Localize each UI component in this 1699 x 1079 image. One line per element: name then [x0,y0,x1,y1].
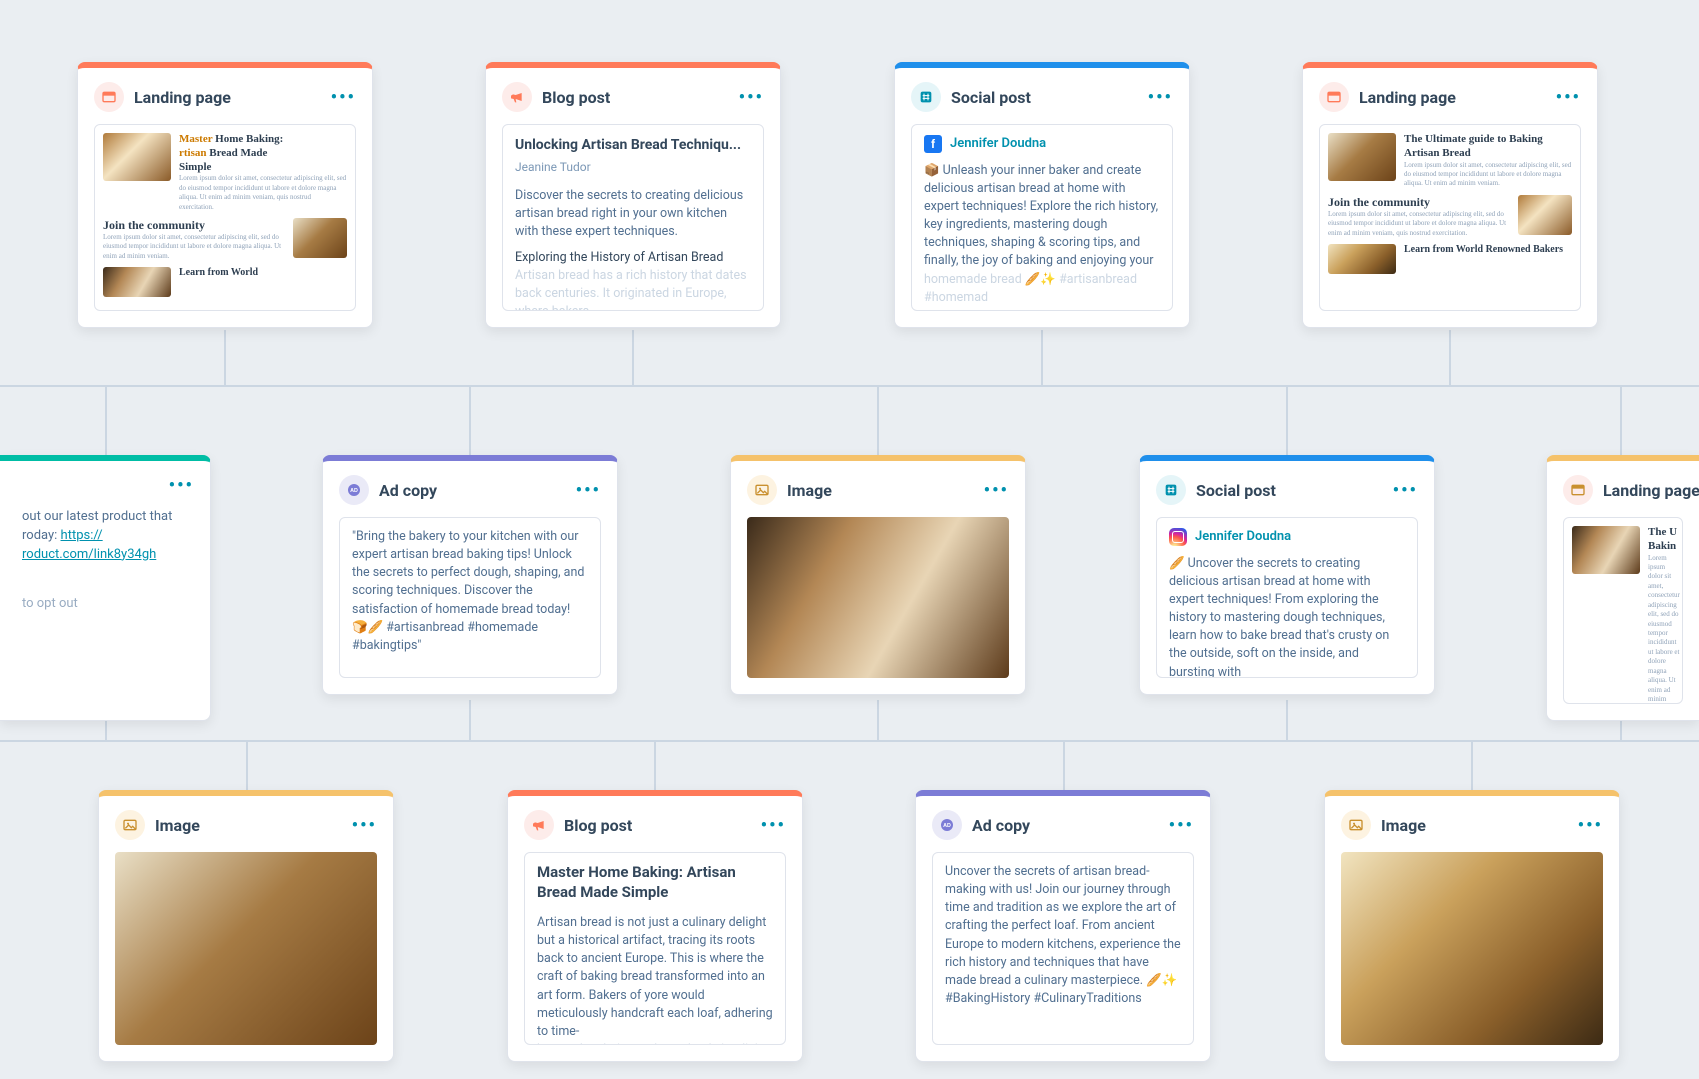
product-link[interactable]: https:// [61,528,103,543]
card-title: Blog post [564,816,751,835]
card-title: Landing page [1603,481,1699,500]
more-icon[interactable]: ••• [984,480,1009,501]
hashtag-icon [1156,475,1186,505]
card-partial-right[interactable]: Landing page The UBakin Lorem ipsum dolo… [1546,455,1699,721]
post-byline: Jeanine Tudor [515,159,751,176]
landing-preview: The Ultimate guide to Baking Artisan Bre… [1319,124,1581,311]
card-title: Social post [1196,481,1383,500]
more-icon[interactable]: ••• [1578,815,1603,836]
card-partial-left[interactable]: ••• out our latest product that roday: h… [0,455,211,721]
image-placeholder [1341,852,1603,1045]
more-icon[interactable]: ••• [739,87,764,108]
card-image-3[interactable]: Image ••• [1324,790,1620,1062]
more-icon[interactable]: ••• [1148,87,1173,108]
social-preview: Jennifer Doudna 🥖 Uncover the secrets to… [1156,517,1418,678]
more-icon[interactable]: ••• [1393,480,1418,501]
card-title: Blog post [542,88,729,107]
blog-preview: Master Home Baking: Artisan Bread Made S… [524,852,786,1045]
image-placeholder [115,852,377,1045]
svg-text:AD: AD [350,488,358,494]
card-ad-copy-2[interactable]: AD Ad copy ••• Uncover the secrets of ar… [915,790,1211,1062]
ad-body: Uncover the secrets of artisan bread-mak… [932,852,1194,1045]
card-social-post-ig[interactable]: Social post ••• Jennifer Doudna 🥖 Uncove… [1139,455,1435,695]
card-blog-post-2[interactable]: Blog post ••• Master Home Baking: Artisa… [507,790,803,1062]
card-title: Landing page [1359,88,1546,107]
landing-preview: The UBakin Lorem ipsum dolor sit amet, c… [1563,517,1683,704]
card-social-post-fb[interactable]: Social post ••• f Jennifer Doudna 📦 Unle… [894,62,1190,328]
card-image-2[interactable]: Image ••• [98,790,394,1062]
image-placeholder [747,517,1009,678]
page-icon [94,82,124,112]
card-landing-page-1[interactable]: Landing page ••• Master Home Baking: rti… [77,62,373,328]
instagram-icon [1169,528,1187,546]
image-icon [115,810,145,840]
landing-preview: Master Home Baking: rtisan Bread Made Si… [94,124,356,311]
card-title: Ad copy [972,816,1159,835]
social-preview: f Jennifer Doudna 📦 Unleash your inner b… [911,124,1173,311]
more-icon[interactable]: ••• [1556,87,1581,108]
page-icon [1563,475,1593,505]
post-title: Master Home Baking: Artisan Bread Made S… [537,863,773,902]
more-icon[interactable]: ••• [1169,815,1194,836]
partial-body: out our latest product that roday: https… [16,508,194,704]
ad-icon: AD [339,475,369,505]
card-title: Image [787,481,974,500]
more-icon[interactable]: ••• [576,480,601,501]
megaphone-icon [524,810,554,840]
more-icon[interactable]: ••• [169,475,194,496]
product-link-2[interactable]: roduct.com/link8y34gh [22,547,156,562]
social-author: Jennifer Doudna [1195,528,1291,547]
card-title: Social post [951,88,1138,107]
card-image-1[interactable]: Image ••• [730,455,1026,695]
more-icon[interactable]: ••• [761,815,786,836]
card-title: Image [1381,816,1568,835]
svg-text:AD: AD [943,823,951,829]
card-title: Image [155,816,342,835]
hashtag-icon [911,82,941,112]
more-icon[interactable]: ••• [352,815,377,836]
more-icon[interactable]: ••• [331,87,356,108]
card-blog-post-1[interactable]: Blog post ••• Unlocking Artisan Bread Te… [485,62,781,328]
social-author: Jennifer Doudna [950,135,1046,154]
ad-body: "Bring the bakery to your kitchen with o… [339,517,601,678]
post-title: Unlocking Artisan Bread Techniqu... [515,135,751,155]
blog-preview: Unlocking Artisan Bread Techniqu... Jean… [502,124,764,311]
card-title: Landing page [134,88,321,107]
ad-icon: AD [932,810,962,840]
image-icon [1341,810,1371,840]
megaphone-icon [502,82,532,112]
page-icon [1319,82,1349,112]
facebook-icon: f [924,135,942,153]
card-ad-copy-1[interactable]: AD Ad copy ••• "Bring the bakery to your… [322,455,618,695]
image-icon [747,475,777,505]
card-title: Ad copy [379,481,566,500]
card-landing-page-2[interactable]: Landing page ••• The Ultimate guide to B… [1302,62,1598,328]
